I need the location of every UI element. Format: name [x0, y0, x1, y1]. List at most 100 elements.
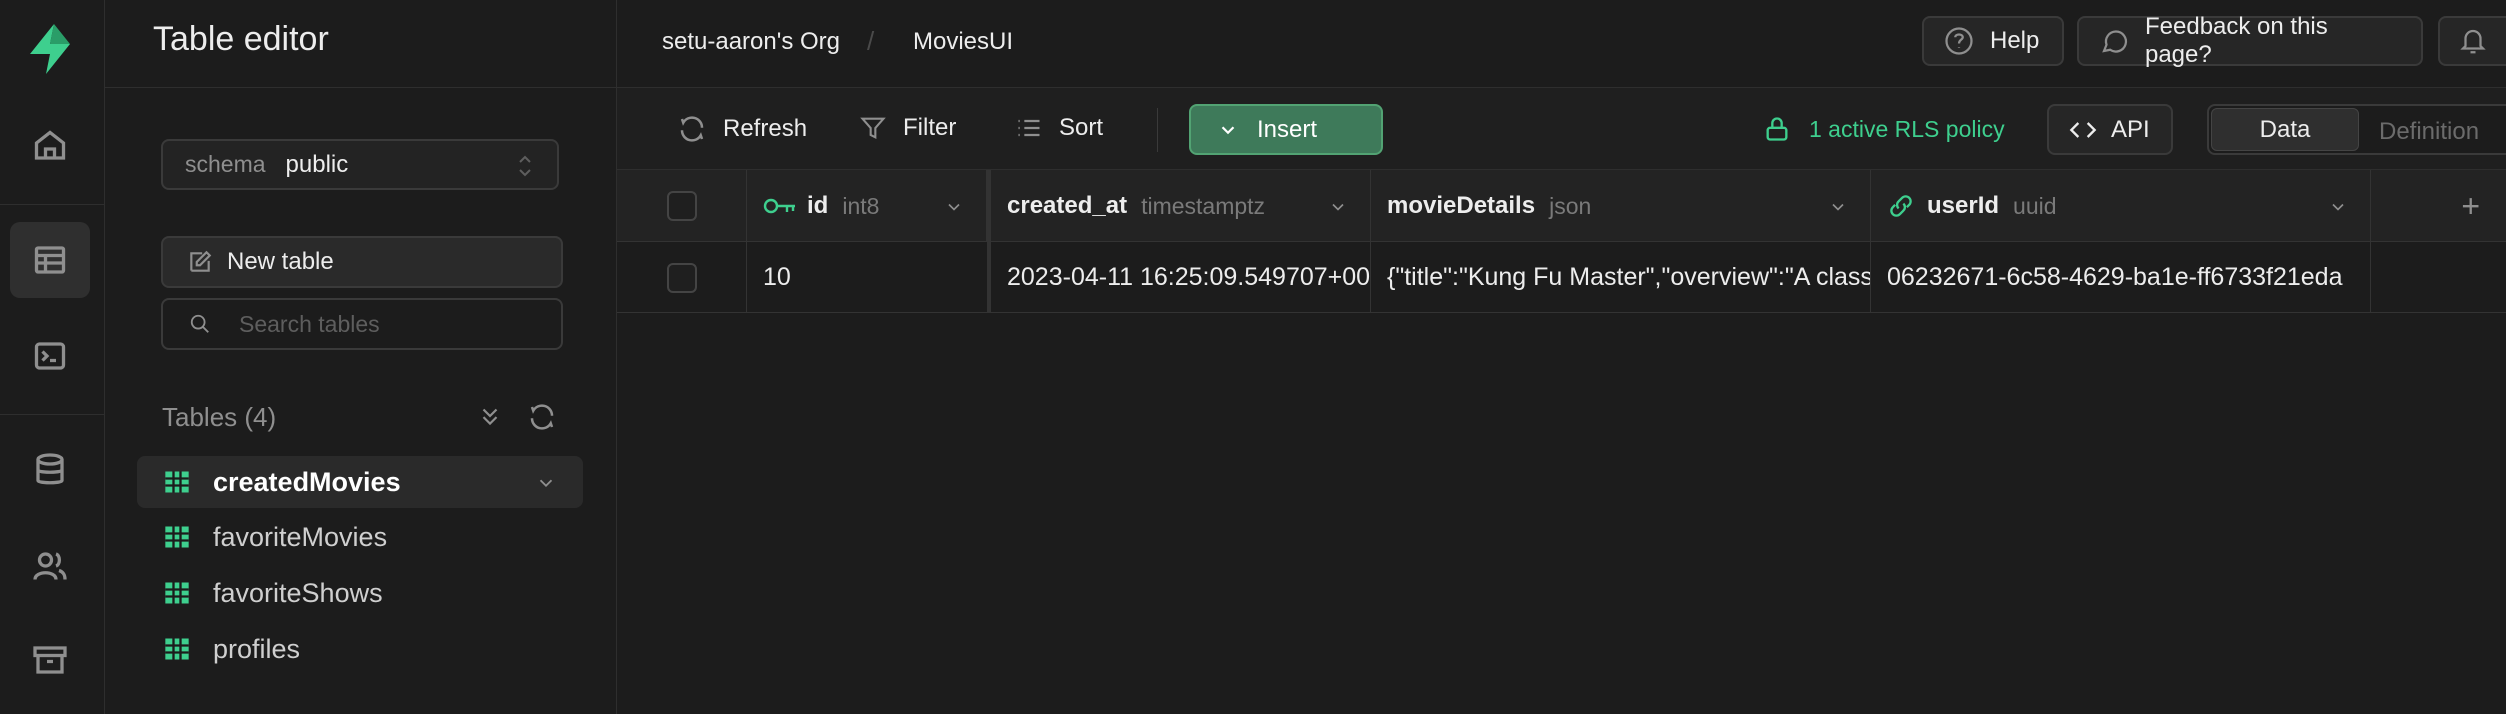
cell-id[interactable]: 10: [747, 242, 991, 313]
plus-icon: +: [2461, 187, 2480, 224]
grid-header: id int8 created_at timestamptz movieDeta…: [617, 170, 2506, 242]
view-toggle: Data Definition: [2207, 104, 2506, 155]
cell-userId[interactable]: 06232671-6c58-4629-ba1e-ff6733f21eda: [1871, 242, 2371, 313]
sort-button[interactable]: Sort: [1015, 114, 1103, 142]
refresh-icon[interactable]: [527, 402, 557, 432]
data-grid: id int8 created_at timestamptz movieDeta…: [617, 170, 2506, 714]
table-icon: [165, 638, 189, 660]
filter-button[interactable]: Filter: [859, 114, 956, 142]
select-all-checkbox[interactable]: [666, 191, 697, 221]
refresh-icon: [680, 116, 704, 142]
edit-icon: [190, 250, 212, 272]
chevrons-up-down-icon: [519, 155, 531, 177]
nav-home[interactable]: [10, 108, 90, 184]
filter-icon: [860, 117, 886, 140]
schema-label: schema: [185, 151, 266, 177]
list-icon: [1018, 119, 1040, 137]
nav-sql-editor[interactable]: [10, 318, 90, 394]
cell-movieDetails[interactable]: {"title":"Kung Fu Master","overview":"A …: [1371, 242, 1871, 313]
schema-selector[interactable]: schema public: [161, 139, 559, 190]
search-icon: [190, 314, 209, 333]
nav-database[interactable]: [10, 432, 90, 508]
refresh-label: Refresh: [723, 115, 808, 142]
nav-authentication[interactable]: [10, 528, 90, 604]
top-bar: setu-aaron's Org / MoviesUI Help Feedbac…: [617, 0, 2506, 88]
table-icon: [34, 246, 66, 274]
chevron-down-icon[interactable]: [1328, 197, 1348, 217]
toolbar-divider: [1157, 108, 1158, 152]
nav-table-editor[interactable]: [10, 222, 90, 298]
table-editor-sidebar: Table editor schema public New table Sea…: [105, 0, 617, 714]
column-name: userId: [1927, 192, 2000, 219]
key-icon: [763, 198, 795, 214]
table-name: favoriteMovies: [213, 521, 388, 552]
chevron-down-icon[interactable]: [535, 472, 557, 494]
cell-created_at[interactable]: 2023-04-11 16:25:09.549707+00: [991, 242, 1371, 313]
supabase-logo[interactable]: [24, 22, 76, 76]
column-header-created_at[interactable]: created_at timestamptz: [991, 170, 1371, 242]
terminal-icon: [34, 342, 66, 370]
rls-policy-link[interactable]: 1 active RLS policy: [1763, 114, 2005, 144]
api-label: API: [2111, 115, 2150, 143]
table-icon: [165, 582, 189, 604]
table-icon: [165, 526, 189, 548]
chevron-down-icon[interactable]: [1828, 197, 1848, 217]
row-select-cell: [617, 242, 747, 313]
column-header-movieDetails[interactable]: movieDetails json: [1371, 170, 1871, 242]
feedback-button[interactable]: Feedback on this page?: [2077, 13, 2423, 68]
sidebar-item-favoriteShows[interactable]: favoriteShows: [137, 567, 583, 619]
chevron-down-icon[interactable]: [944, 197, 964, 217]
home-icon: [34, 130, 66, 160]
insert-button[interactable]: Insert: [1189, 104, 1383, 155]
rls-label: 1 active RLS policy: [1809, 115, 2005, 142]
sort-label: Sort: [1059, 114, 1104, 141]
table-row[interactable]: 10 2023-04-11 16:25:09.549707+00 {"title…: [617, 242, 2506, 313]
tables-header: Tables (4): [162, 402, 277, 432]
rail-divider: [0, 414, 105, 415]
api-button[interactable]: API: [2047, 104, 2173, 155]
row-checkbox[interactable]: [666, 262, 697, 293]
nav-storage[interactable]: [10, 622, 90, 698]
chevron-down-icon: [1221, 125, 1235, 134]
notifications-button[interactable]: [2438, 16, 2506, 66]
data-view-tab[interactable]: Data: [2211, 108, 2359, 151]
help-circle-icon: [1945, 27, 1973, 55]
archive-icon: [33, 646, 67, 674]
column-type: timestamptz: [1141, 192, 1266, 219]
search-placeholder: Search tables: [239, 310, 380, 337]
search-tables-input[interactable]: Search tables: [161, 298, 563, 350]
database-icon: [36, 453, 64, 485]
new-table-button[interactable]: New table: [161, 236, 563, 288]
sidebar-item-favoriteMovies[interactable]: favoriteMovies: [137, 511, 583, 563]
users-icon: [33, 552, 67, 580]
sidebar-item-createdMovies[interactable]: createdMovies: [137, 456, 583, 508]
bell-icon: [2460, 29, 2486, 54]
column-header-userId[interactable]: userId uuid: [1871, 170, 2371, 242]
grid-toolbar: Refresh Filter Sort Insert 1 active RLS …: [617, 88, 2506, 170]
help-button[interactable]: Help: [1922, 16, 2064, 66]
chevrons-down-icon[interactable]: [477, 402, 503, 430]
insert-label: Insert: [1257, 115, 1318, 143]
chevron-down-icon[interactable]: [2328, 197, 2348, 217]
column-name: movieDetails: [1387, 192, 1536, 219]
nav-rail: [0, 0, 105, 714]
table-name: createdMovies: [213, 466, 401, 497]
new-table-label: New table: [227, 248, 334, 275]
column-header-id[interactable]: id int8: [747, 170, 987, 242]
column-name: id: [807, 192, 829, 219]
help-label: Help: [1990, 27, 2040, 54]
breadcrumb-org[interactable]: setu-aaron's Org: [662, 28, 840, 56]
column-type: uuid: [2013, 192, 2057, 219]
column-name: created_at: [1007, 192, 1128, 219]
select-all-cell: [617, 170, 747, 242]
sidebar-title: Table editor: [153, 20, 329, 58]
refresh-button[interactable]: Refresh: [677, 114, 807, 144]
sidebar-item-profiles[interactable]: profiles: [137, 623, 583, 675]
code-icon: [2069, 121, 2097, 138]
table-icon: [165, 471, 189, 493]
definition-view-tab[interactable]: Definition: [2379, 118, 2479, 146]
breadcrumb-project[interactable]: MoviesUI: [913, 28, 1013, 56]
table-name: profiles: [213, 633, 301, 664]
add-column-button[interactable]: +: [2371, 170, 2506, 242]
rail-divider: [0, 204, 105, 205]
